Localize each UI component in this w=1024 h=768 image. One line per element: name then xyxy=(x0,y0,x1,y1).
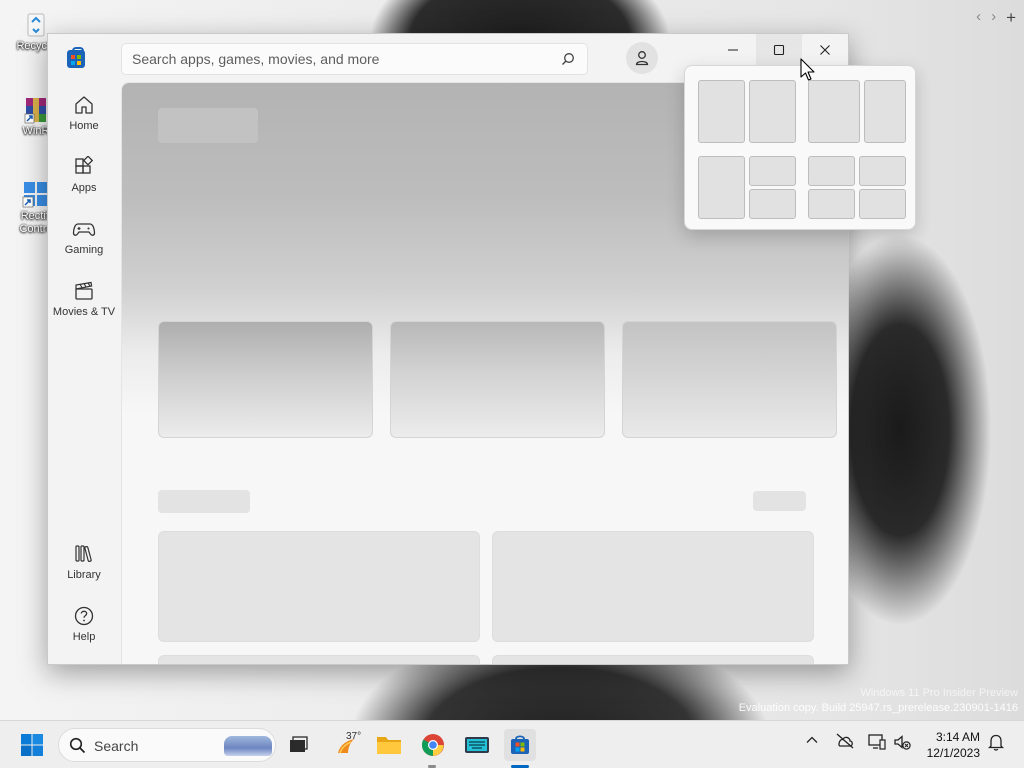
notification-bell-icon[interactable] xyxy=(987,733,1005,756)
start-button[interactable] xyxy=(16,729,48,761)
clock-date: 12/1/2023 xyxy=(926,746,980,760)
nav-label: Help xyxy=(72,631,96,643)
hero-card-placeholder[interactable] xyxy=(622,321,837,438)
nav-item-home[interactable]: Home xyxy=(48,94,120,150)
watermark-edition: Windows 11 Pro Insider Preview xyxy=(860,687,1018,699)
help-icon xyxy=(74,606,94,626)
hero-title-placeholder xyxy=(158,108,258,143)
taskbar: Search 37° 3:14 AM 12/1/2023 xyxy=(0,720,1024,768)
network-icon[interactable] xyxy=(867,733,887,756)
section-title-placeholder xyxy=(158,490,250,513)
mouse-pointer-icon xyxy=(800,58,816,87)
folder-icon xyxy=(377,737,401,754)
snap-zone-layout2-left[interactable] xyxy=(808,80,860,143)
apps-icon xyxy=(75,156,94,174)
nav-label: Library xyxy=(67,569,101,581)
snap-zone-layout3-bottom-right[interactable] xyxy=(749,189,796,219)
library-icon xyxy=(75,545,92,563)
evaluation-watermark: Windows 11 Pro Insider Preview Evaluatio… xyxy=(739,686,1018,716)
store-navigation: Home Apps Gaming Movies & TV Library Hel… xyxy=(48,84,120,664)
clock-time: 3:14 AM xyxy=(935,730,980,744)
person-icon xyxy=(635,51,649,66)
hero-card-placeholder[interactable] xyxy=(158,321,373,438)
forward-icon[interactable]: › xyxy=(991,8,996,28)
windows-logo-icon xyxy=(21,734,43,756)
snap-zone-layout4-bottom-left[interactable] xyxy=(808,189,855,219)
snap-zone-layout4-top-left[interactable] xyxy=(808,156,855,186)
nav-item-help[interactable]: Help xyxy=(48,605,120,661)
system-clock[interactable]: 3:14 AM 12/1/2023 xyxy=(918,729,980,761)
chrome-icon xyxy=(421,734,444,756)
taskbar-task-view[interactable] xyxy=(282,729,314,761)
taskbar-keyboard-app[interactable] xyxy=(461,729,493,761)
snap-zone-layout2-right[interactable] xyxy=(864,80,906,143)
maximize-button[interactable] xyxy=(756,34,802,66)
store-search-box[interactable] xyxy=(121,43,588,75)
background-browser-controls: ‹ › + xyxy=(976,8,1016,28)
store-icon xyxy=(511,735,529,754)
gamepad-icon xyxy=(72,223,96,236)
snap-zone-layout4-top-right[interactable] xyxy=(859,156,906,186)
back-icon[interactable]: ‹ xyxy=(976,8,981,28)
search-highlight-image xyxy=(224,736,272,756)
nav-label: Home xyxy=(69,120,99,132)
home-icon xyxy=(75,96,93,114)
app-tile-placeholder[interactable] xyxy=(158,531,480,642)
search-icon[interactable] xyxy=(561,52,575,66)
minimize-icon xyxy=(728,49,738,51)
keyboard-icon xyxy=(465,737,489,753)
minimize-button[interactable] xyxy=(710,34,756,66)
taskbar-chrome[interactable] xyxy=(417,729,449,761)
app-tile-placeholder[interactable] xyxy=(158,655,480,664)
maximize-icon xyxy=(773,44,785,56)
snap-layouts-flyout xyxy=(684,65,916,230)
taskbar-file-explorer[interactable] xyxy=(373,729,405,761)
watermark-build: Evaluation copy. Build 25947.rs_prerelea… xyxy=(738,702,1018,714)
search-input[interactable] xyxy=(132,44,552,74)
chevron-up-icon[interactable] xyxy=(805,733,819,752)
cloud-offline-icon[interactable] xyxy=(835,733,855,754)
taskbar-search-box[interactable]: Search xyxy=(58,728,276,762)
volume-muted-icon[interactable] xyxy=(893,733,911,756)
snap-zone-layout3-left[interactable] xyxy=(698,156,745,219)
app-tile-placeholder[interactable] xyxy=(492,531,814,642)
snap-zone-layout1-right[interactable] xyxy=(749,80,796,143)
nav-item-apps[interactable]: Apps xyxy=(48,156,120,212)
nav-item-library[interactable]: Library xyxy=(48,543,120,599)
taskbar-microsoft-store[interactable] xyxy=(504,729,536,761)
taskbar-search-label: Search xyxy=(94,738,139,754)
nav-label: Movies & TV xyxy=(52,306,116,318)
see-all-placeholder[interactable] xyxy=(753,491,806,511)
nav-label: Apps xyxy=(71,182,97,194)
search-icon xyxy=(69,737,86,754)
app-tile-placeholder[interactable] xyxy=(492,655,814,664)
hero-card-placeholder[interactable] xyxy=(390,321,605,438)
snap-zone-layout1-left[interactable] xyxy=(698,80,745,143)
task-view-icon xyxy=(290,736,308,752)
store-logo-icon xyxy=(67,47,85,68)
snap-zone-layout3-top-right[interactable] xyxy=(749,156,796,186)
new-tab-icon[interactable]: + xyxy=(1006,8,1016,28)
weather-temperature: 37° xyxy=(346,731,362,742)
nav-item-movies-tv[interactable]: Movies & TV xyxy=(48,280,120,336)
nav-label: Gaming xyxy=(64,244,104,256)
nav-item-gaming[interactable]: Gaming xyxy=(48,218,120,274)
snap-zone-layout4-bottom-right[interactable] xyxy=(859,189,906,219)
clapperboard-icon xyxy=(75,281,93,300)
account-button[interactable] xyxy=(626,42,658,74)
close-icon xyxy=(820,45,830,55)
